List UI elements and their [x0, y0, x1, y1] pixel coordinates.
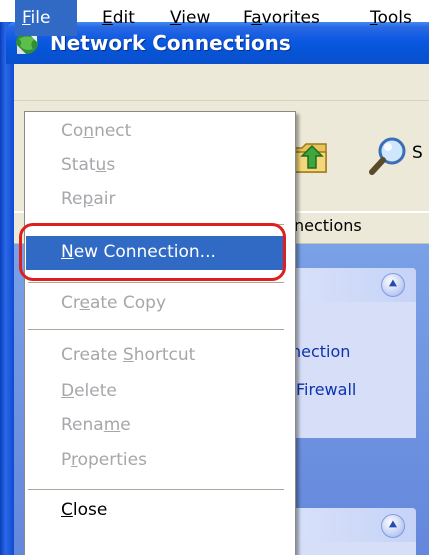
search-button-label[interactable]: S [412, 143, 423, 163]
menu-bar [14, 64, 429, 101]
menu-favorites-mnemonic: a [251, 8, 262, 28]
repair-pre: Re [61, 189, 83, 209]
status-pre: Stat [61, 155, 96, 175]
menu-file[interactable]: File [15, 0, 77, 36]
menu-tools-mnemonic: T [370, 8, 378, 28]
task-link-firewall[interactable]: Firewall [296, 380, 356, 399]
connect-mnemonic: n [83, 121, 95, 141]
menu-favorites-rest: vorites [261, 8, 320, 28]
search-icon[interactable] [366, 134, 412, 178]
rename-pre: Rena [61, 415, 104, 435]
delete-mnemonic: D [61, 381, 75, 401]
create-copy-rest: ate Copy [89, 293, 167, 313]
highlight-annotation-ring [19, 223, 286, 281]
collapse-chevron-icon[interactable]: ⯅ [381, 273, 405, 297]
repair-mnemonic: p [82, 189, 94, 209]
status-mnemonic: u [95, 155, 107, 175]
properties-pre: P [61, 450, 71, 470]
window-frame-left [0, 22, 14, 555]
properties-mnemonic: r [70, 450, 78, 470]
create-shortcut-mnemonic: S [122, 345, 134, 365]
menu-edit-rest: dit [112, 8, 135, 28]
menu-favorites-pre: F [243, 8, 252, 28]
task-link-connection[interactable]: nection [291, 342, 350, 361]
address-text: nections [294, 216, 362, 235]
screenshot-stage: Network Connections File Edit View Favor… [0, 0, 429, 555]
menu-item-status[interactable]: Status [61, 155, 115, 175]
menu-view-mnemonic: V [170, 8, 182, 28]
rename-mnemonic: m [103, 415, 121, 435]
delete-rest: elete [74, 381, 117, 401]
menu-item-create-shortcut[interactable]: Create Shortcut [61, 345, 195, 365]
connect-rest: nect [94, 121, 132, 141]
properties-rest: operties [77, 450, 147, 470]
create-shortcut-rest: hortcut [133, 345, 196, 365]
menu-tools[interactable]: Tools [370, 0, 412, 36]
create-shortcut-pre: Create [61, 345, 123, 365]
menu-edit[interactable]: Edit [102, 0, 135, 36]
menu-file-rest: ile [30, 8, 51, 28]
menu-view-rest: iew [181, 8, 211, 28]
menu-item-rename[interactable]: Rename [61, 415, 131, 435]
menu-view[interactable]: View [170, 0, 210, 36]
create-copy-pre: Cr [61, 293, 80, 313]
close-mnemonic: C [61, 500, 73, 520]
menu-separator [28, 329, 284, 331]
menu-file-mnemonic: F [22, 8, 31, 28]
menu-item-repair[interactable]: Repair [61, 189, 115, 209]
menu-favorites[interactable]: Favorites [243, 0, 320, 36]
menu-tools-rest: ools [377, 8, 412, 28]
menu-item-delete[interactable]: Delete [61, 381, 117, 401]
collapse-chevron-icon[interactable]: ⯅ [381, 514, 405, 538]
rename-rest: e [120, 415, 131, 435]
status-rest: s [106, 155, 116, 175]
repair-rest: air [93, 189, 116, 209]
menu-separator [28, 489, 284, 491]
create-copy-mnemonic: e [79, 293, 90, 313]
menu-item-close[interactable]: Close [61, 500, 107, 520]
connect-pre: Co [61, 121, 84, 141]
menu-item-connect[interactable]: Connect [61, 121, 131, 141]
menu-edit-mnemonic: E [102, 8, 113, 28]
menu-item-create-copy[interactable]: Create Copy [61, 293, 166, 313]
close-rest: lose [72, 500, 108, 520]
menu-separator [28, 282, 284, 284]
menu-item-properties[interactable]: Properties [61, 450, 147, 470]
